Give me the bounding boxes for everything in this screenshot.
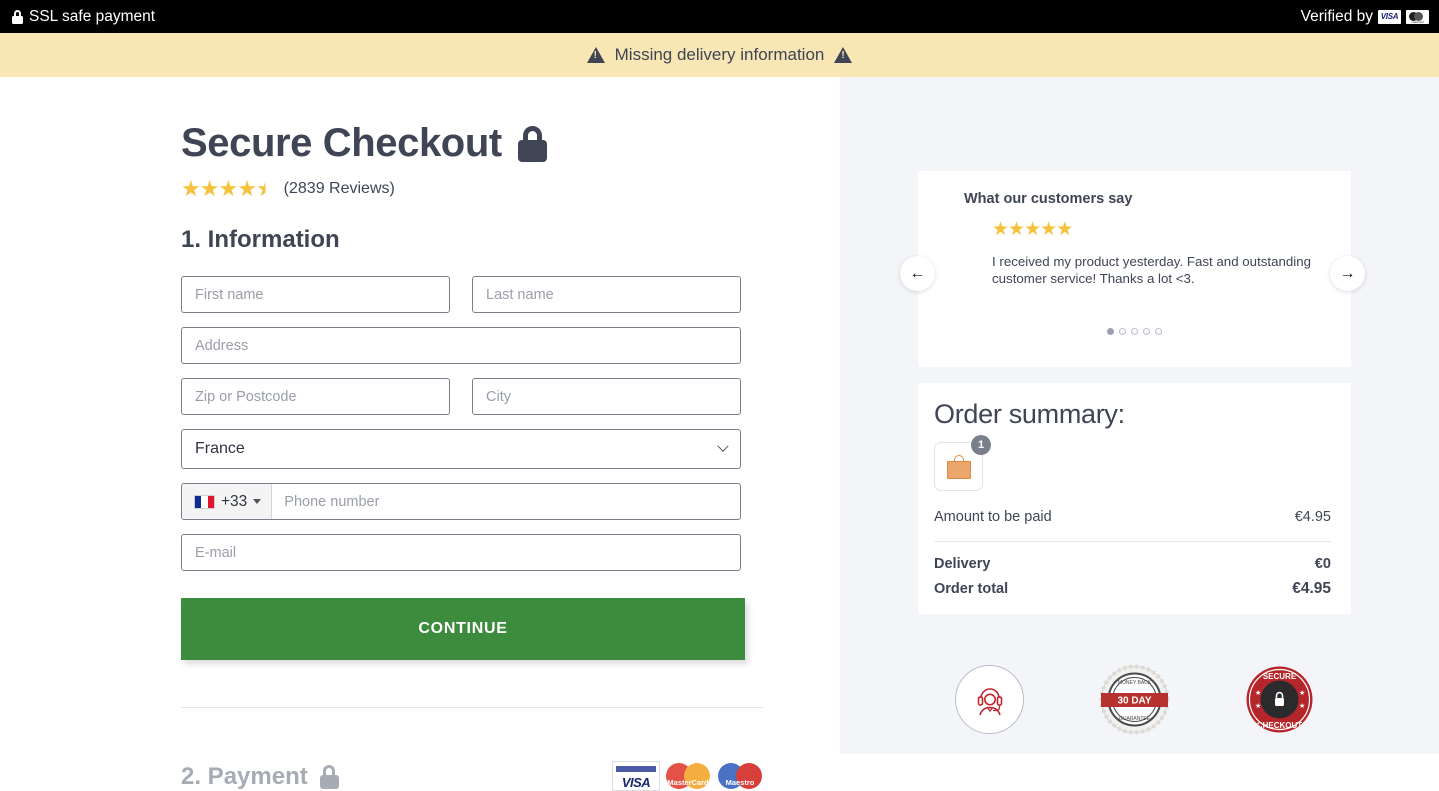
section-divider — [181, 707, 764, 708]
svg-text:30 DAY: 30 DAY — [1117, 696, 1151, 707]
star-icon: ★ — [1024, 219, 1041, 240]
money-back-guarantee-seal-icon: MONEY BACK GUARANTEE 30 DAY — [1099, 664, 1170, 735]
star-icon: ★ — [199, 176, 220, 201]
star-icon: ★ — [181, 176, 201, 201]
step-2-payment-label: 2. Payment — [181, 763, 308, 790]
customer-support-badge — [955, 665, 1024, 734]
testimonial-text: I received my product yesterday. Fast an… — [992, 254, 1312, 287]
summary-divider — [934, 541, 1331, 542]
amount-to-be-paid-label: Amount to be paid — [934, 509, 1052, 525]
lock-icon — [319, 765, 339, 789]
city-input[interactable]: City — [472, 378, 741, 415]
address-input[interactable]: Address — [181, 327, 741, 364]
trust-badges-row: MONEY BACK GUARANTEE 30 DAY SECURE CHECK… — [918, 663, 1351, 736]
svg-text:GUARANTEE: GUARANTEE — [1119, 716, 1151, 722]
half-star-icon: ★ — [255, 176, 276, 201]
carousel-pagination-dots[interactable] — [918, 328, 1351, 335]
phone-prefix-label: +33 — [221, 492, 248, 510]
secure-checkout-seal-icon: SECURE CHECKOUT ★ ★ ★ ★ — [1246, 666, 1313, 733]
country-select[interactable]: France — [181, 429, 741, 469]
svg-text:★: ★ — [1255, 702, 1261, 710]
continue-button[interactable]: CONTINUE — [181, 598, 745, 660]
carousel-dot[interactable] — [1155, 328, 1162, 335]
zip-input[interactable]: Zip or Postcode — [181, 378, 450, 415]
last-name-input[interactable]: Last name — [472, 276, 741, 313]
order-total-row: Order total €4.95 — [934, 580, 1331, 598]
mastercard-icon: MasterCard — [664, 761, 712, 791]
svg-text:★: ★ — [1255, 689, 1261, 697]
testimonial-heading: What our customers say — [964, 191, 1133, 207]
checkout-form-panel: Secure Checkout ★ ★ ★ ★ ★ (2839 Reviews)… — [0, 77, 840, 791]
verified-by-group: Verified by VISA mastercard — [1301, 8, 1429, 26]
ssl-notice: SSL safe payment — [12, 9, 155, 25]
carousel-dot[interactable] — [1143, 328, 1150, 335]
warning-triangle-icon — [586, 47, 605, 63]
svg-text:SECURE: SECURE — [1263, 672, 1297, 681]
svg-text:★: ★ — [1299, 702, 1305, 710]
chevron-down-icon — [717, 440, 729, 452]
svg-text:MONEY BACK: MONEY BACK — [1118, 680, 1152, 686]
secure-checkout-badge: SECURE CHECKOUT ★ ★ ★ ★ — [1245, 665, 1314, 734]
missing-delivery-warning-banner: Missing delivery information — [0, 33, 1439, 77]
carousel-dot[interactable] — [1119, 328, 1126, 335]
carousel-next-button[interactable]: → — [1330, 256, 1365, 291]
svg-text:★: ★ — [1299, 689, 1305, 697]
step-2-payment-row: 2. Payment VISA MasterCard Maestro — [181, 732, 764, 791]
phone-number-input[interactable]: Phone number — [272, 484, 740, 519]
svg-text:CHECKOUT: CHECKOUT — [1257, 721, 1302, 730]
carousel-prev-button[interactable]: ← — [900, 256, 935, 291]
shopping-bag-icon — [946, 454, 971, 479]
france-flag-icon — [194, 494, 215, 509]
warning-triangle-icon — [834, 47, 853, 63]
country-select-value: France — [195, 440, 245, 457]
accepted-card-logos: VISA MasterCard Maestro — [612, 761, 764, 791]
step-2-payment-title: 2. Payment — [181, 763, 339, 791]
amount-to-be-paid-value: €4.95 — [1294, 509, 1331, 525]
testimonial-card: What our customers say ★ ★ ★ ★ ★ I recei… — [918, 171, 1351, 367]
warning-banner-text: Missing delivery information — [614, 45, 825, 64]
top-security-bar: SSL safe payment Verified by VISA master… — [0, 0, 1439, 33]
lock-icon — [517, 125, 547, 162]
phone-field-group[interactable]: +33 Phone number — [181, 483, 741, 520]
testimonial-star-rating: ★ ★ ★ ★ ★ — [992, 220, 1323, 239]
order-total-value: €4.95 — [1292, 580, 1331, 597]
review-count-label: (2839 Reviews) — [283, 180, 395, 197]
lock-icon — [12, 9, 23, 24]
star-icon: ★ — [237, 176, 257, 201]
ssl-label: SSL safe payment — [29, 7, 156, 25]
visa-icon: VISA — [612, 761, 660, 791]
delivery-label: Delivery — [934, 556, 991, 572]
star-icon: ★ — [1008, 219, 1025, 240]
order-item-thumbnail[interactable]: 1 — [934, 435, 991, 491]
first-name-input[interactable]: First name — [181, 276, 450, 313]
phone-country-selector[interactable]: +33 — [182, 484, 273, 519]
rating-summary: ★ ★ ★ ★ ★ (2839 Reviews) — [181, 178, 840, 200]
email-input[interactable]: E-mail — [181, 534, 741, 571]
30-day-money-back-badge: MONEY BACK GUARANTEE 30 DAY — [1098, 663, 1171, 736]
maestro-icon: Maestro — [716, 761, 764, 791]
order-summary-title: Order summary: — [934, 399, 1125, 429]
page-title: Secure Checkout — [181, 121, 840, 166]
visa-icon: VISA — [1378, 9, 1401, 24]
page-title-text: Secure Checkout — [181, 121, 502, 165]
carousel-dot[interactable] — [1131, 328, 1138, 335]
verified-by-label: Verified by — [1300, 7, 1373, 25]
order-summary-card: Order summary: 1 Amount to be paid €4.95… — [918, 383, 1351, 614]
information-form: First name Last name Address Zip or Post… — [181, 276, 745, 660]
delivery-row: Delivery €0 — [934, 556, 1331, 572]
star-icon: ★ — [218, 176, 238, 201]
delivery-value: €0 — [1314, 556, 1331, 572]
item-quantity-badge: 1 — [971, 435, 991, 455]
step-1-information-title: 1. Information — [181, 226, 340, 253]
order-total-label: Order total — [934, 581, 1009, 597]
amount-to-be-paid-row: Amount to be paid €4.95 — [934, 509, 1331, 525]
carousel-dot[interactable] — [1107, 328, 1114, 335]
star-icon: ★ — [1056, 219, 1073, 240]
mastercard-icon: mastercard — [1406, 9, 1429, 24]
star-icon: ★ — [992, 219, 1009, 240]
caret-down-icon — [253, 499, 262, 504]
headset-agent-icon — [977, 687, 1002, 715]
star-icon: ★ — [1040, 219, 1057, 240]
star-rating: ★ ★ ★ ★ ★ — [181, 176, 276, 201]
